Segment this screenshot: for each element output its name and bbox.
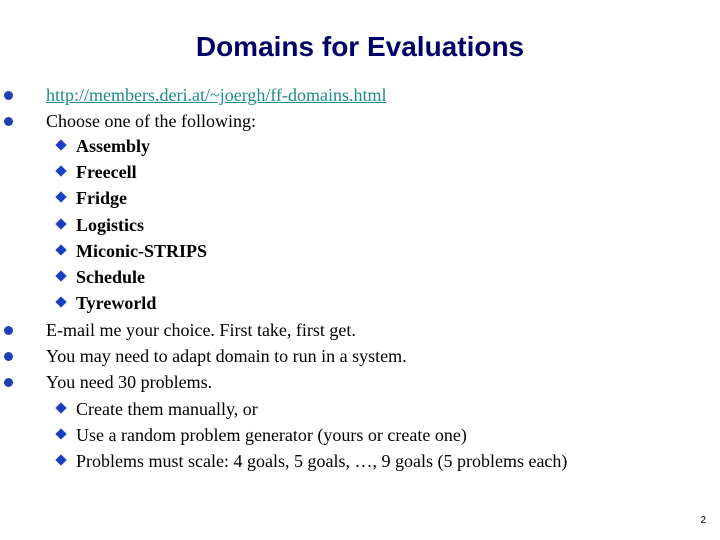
bullet-dot-icon xyxy=(4,378,13,387)
slide-title: Domains for Evaluations xyxy=(195,31,525,62)
problem-item: Create them manually, or xyxy=(55,396,258,422)
bullet-adapt: You may need to adapt domain to run in a… xyxy=(4,343,407,369)
bullet-email: E-mail me your choice. First take, first… xyxy=(4,317,356,343)
domain-item: Schedule xyxy=(55,264,146,290)
domain-name: Schedule xyxy=(76,267,146,287)
diamond-bullet-icon xyxy=(55,428,67,440)
problem-item: Problems must scale: 4 goals, 5 goals, …… xyxy=(55,448,568,474)
diamond-bullet-icon xyxy=(55,402,67,414)
domains-link[interactable]: http://members.deri.at/~joergh/ff-domain… xyxy=(46,85,387,105)
bullet-text: Choose one of the following: xyxy=(46,111,256,131)
bullet-text: You need 30 problems. xyxy=(46,372,213,392)
bullet-text: E-mail me your choice. First take, first… xyxy=(46,320,356,340)
problem-text: Use a random problem generator (yours or… xyxy=(76,425,467,445)
bullet-choose: Choose one of the following: xyxy=(4,108,256,134)
bullet-dot-icon xyxy=(4,326,13,335)
domain-name: Logistics xyxy=(76,215,145,235)
diamond-bullet-icon xyxy=(55,296,67,308)
bullet-problems: You need 30 problems. xyxy=(4,369,213,395)
bullet-dot-icon xyxy=(4,91,13,100)
domain-item: Tyreworld xyxy=(55,290,157,316)
domain-item: Logistics xyxy=(55,212,145,238)
domain-name: Tyreworld xyxy=(76,293,157,313)
problem-text: Problems must scale: 4 goals, 5 goals, …… xyxy=(76,451,568,471)
domain-name: Fridge xyxy=(76,188,127,208)
domain-item: Freecell xyxy=(55,159,137,185)
bullet-link: http://members.deri.at/~joergh/ff-domain… xyxy=(4,82,387,108)
problem-text: Create them manually, or xyxy=(76,399,258,419)
domain-item: Fridge xyxy=(55,185,127,211)
diamond-bullet-icon xyxy=(55,191,67,203)
page-number: 2 xyxy=(700,515,706,526)
domain-name: Freecell xyxy=(76,162,137,182)
bullet-dot-icon xyxy=(4,352,13,361)
diamond-bullet-icon xyxy=(55,270,67,282)
diamond-bullet-icon xyxy=(55,218,67,230)
domain-name: Miconic-STRIPS xyxy=(76,241,208,261)
domain-item: Assembly xyxy=(55,133,151,159)
domain-item: Miconic-STRIPS xyxy=(55,238,208,264)
diamond-bullet-icon xyxy=(55,139,67,151)
domain-name: Assembly xyxy=(76,136,151,156)
bullet-dot-icon xyxy=(4,117,13,126)
problem-item: Use a random problem generator (yours or… xyxy=(55,422,467,448)
diamond-bullet-icon xyxy=(55,454,67,466)
diamond-bullet-icon xyxy=(55,165,67,177)
bullet-text: You may need to adapt domain to run in a… xyxy=(46,346,407,366)
diamond-bullet-icon xyxy=(55,244,67,256)
